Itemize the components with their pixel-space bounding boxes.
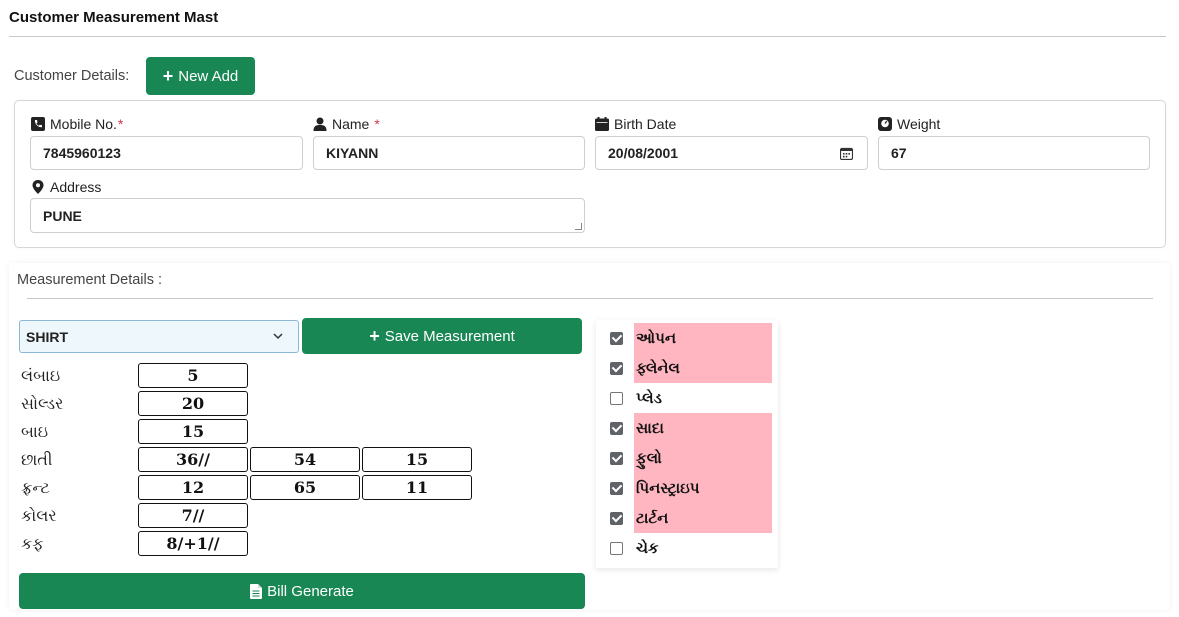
option-plain[interactable]: સાદા	[596, 413, 778, 443]
measurement-label-collar: કોલર	[21, 506, 57, 525]
option-checkbox[interactable]	[610, 392, 623, 405]
mobile-input[interactable]: 7845960123	[30, 136, 303, 170]
option-checkbox[interactable]	[610, 452, 623, 465]
measurement-input-chest-3[interactable]: 15	[362, 447, 472, 472]
option-label: સાદા	[634, 413, 772, 443]
name-label-text: Name	[332, 116, 370, 132]
plus-icon: +	[369, 326, 380, 346]
birth-date-label: Birth Date	[595, 116, 676, 132]
address-label: Address	[31, 179, 101, 195]
user-icon	[313, 117, 327, 131]
bill-generate-label: Bill Generate	[267, 582, 354, 600]
garment-select[interactable]: SHIRT	[19, 320, 299, 353]
calendar-icon	[595, 117, 609, 131]
required-mark: *	[374, 116, 380, 132]
measurement-input-collar[interactable]: 7//	[138, 503, 248, 528]
option-pinstripe[interactable]: પિનસ્ટ્રાઇપ	[596, 473, 778, 503]
new-add-label: New Add	[178, 67, 239, 85]
option-label: ચેક	[636, 539, 659, 557]
measurement-input-front-2[interactable]: 65	[250, 475, 360, 500]
measurement-input-chest-1[interactable]: 36//	[138, 447, 248, 472]
option-label: પ્લેડ	[636, 389, 662, 407]
address-textarea[interactable]: PUNE	[30, 198, 585, 233]
measurement-label-shoulder: સોલ્ડર	[21, 394, 64, 413]
birth-date-label-text: Birth Date	[614, 116, 677, 132]
option-checkbox[interactable]	[610, 362, 623, 375]
date-picker-icon[interactable]	[840, 147, 853, 160]
option-checkbox[interactable]	[610, 422, 623, 435]
measurement-input-cuff[interactable]: 8/+1//	[138, 531, 248, 556]
measurement-label-chest: છાતી	[21, 450, 53, 469]
chevron-down-icon	[273, 333, 283, 340]
weight-scale-icon	[878, 117, 892, 131]
measurement-details-label: Measurement Details :	[17, 272, 163, 288]
style-options-list: ઓપન ફ્લેનેલ પ્લેડ સાદા ફુલો પિનસ્ટ્રાઇપ …	[596, 320, 778, 568]
name-input[interactable]: KIYANN	[313, 136, 585, 170]
measurement-input-sleeve[interactable]: 15	[138, 419, 248, 444]
new-add-button[interactable]: + New Add	[146, 57, 255, 95]
option-checkbox[interactable]	[610, 512, 623, 525]
option-floral[interactable]: ફુલો	[596, 443, 778, 473]
measurement-label-cuff: કફ	[21, 534, 44, 553]
option-checkbox[interactable]	[610, 542, 623, 555]
measurement-input-length[interactable]: 5	[138, 363, 248, 388]
measurement-input-chest-2[interactable]: 54	[250, 447, 360, 472]
option-flannel[interactable]: ફ્લેનેલ	[596, 353, 778, 383]
file-invoice-icon	[250, 583, 263, 599]
page-title: Customer Measurement Mast	[9, 9, 219, 26]
title-divider	[9, 36, 1166, 37]
map-marker-icon	[32, 180, 44, 194]
option-checkbox[interactable]	[610, 482, 623, 495]
name-label: Name *	[313, 116, 380, 132]
option-checkbox[interactable]	[610, 332, 623, 345]
resize-handle[interactable]	[575, 223, 582, 230]
address-value: PUNE	[43, 207, 82, 224]
option-check[interactable]: ચેક	[596, 533, 778, 563]
measurement-label-sleeve: બાઇ	[21, 422, 49, 441]
option-tartan[interactable]: ટાર્ટન	[596, 503, 778, 533]
weight-label: Weight	[878, 116, 940, 132]
birth-date-input[interactable]: 20/08/2001	[595, 136, 868, 170]
measurement-input-front-1[interactable]: 12	[138, 475, 248, 500]
option-open[interactable]: ઓપન	[596, 323, 778, 353]
save-measurement-label: Save Measurement	[384, 327, 515, 345]
save-measurement-button[interactable]: + Save Measurement	[302, 318, 582, 354]
plus-icon: +	[162, 66, 174, 86]
option-label: ફ્લેનેલ	[634, 353, 772, 383]
option-label: ટાર્ટન	[634, 503, 772, 533]
birth-date-value: 20/08/2001	[608, 145, 679, 161]
required-mark: *	[117, 116, 124, 132]
measurement-input-shoulder[interactable]: 20	[138, 391, 248, 416]
weight-input[interactable]: 67	[878, 136, 1150, 170]
bill-generate-button[interactable]: Bill Generate	[19, 573, 585, 609]
address-label-text: Address	[50, 179, 102, 195]
measurement-divider	[27, 298, 1153, 299]
phone-icon	[31, 117, 45, 131]
option-label: પિનસ્ટ્રાઇપ	[634, 473, 772, 503]
measurement-label-front: ફ્રન્ટ	[21, 478, 50, 497]
measurement-input-front-3[interactable]: 11	[362, 475, 472, 500]
customer-details-label: Customer Details:	[14, 68, 130, 84]
option-label: ફુલો	[634, 443, 772, 473]
weight-label-text: Weight	[897, 116, 941, 132]
garment-selected-value: SHIRT	[26, 328, 68, 345]
option-label: ઓપન	[634, 323, 772, 353]
mobile-label: Mobile No. *	[31, 116, 123, 132]
measurement-label-length: લંબાઇ	[21, 366, 61, 385]
mobile-label-text: Mobile No.	[50, 116, 117, 132]
option-plaid[interactable]: પ્લેડ	[596, 383, 778, 413]
